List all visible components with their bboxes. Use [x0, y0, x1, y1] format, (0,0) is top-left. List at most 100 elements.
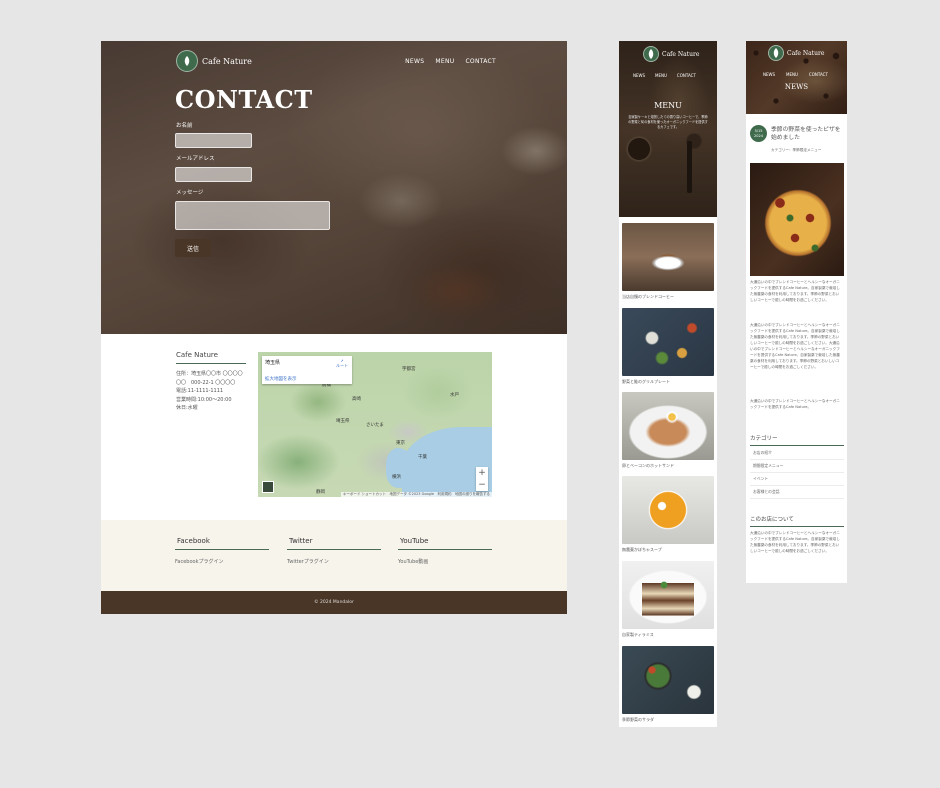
map-type-toggle[interactable]: [262, 481, 274, 493]
post-date-year: 2024: [754, 133, 763, 138]
egg-bacon-image: [622, 392, 714, 460]
menu-item-caption: 無農薬かぼちゃスープ: [622, 547, 662, 552]
widget-text[interactable]: Facebookプラグイン: [175, 558, 269, 565]
menu-item[interactable]: 野菜と鮭のグリルプレート: [622, 308, 714, 385]
menu-item-caption: 季節野菜のサラダ: [622, 717, 654, 722]
brand-name: Cafe Nature: [787, 49, 825, 57]
name-label: お名前: [176, 123, 193, 129]
map-label: 千葉: [418, 455, 427, 460]
footer-widget-facebook: Facebook Facebookプラグイン: [175, 537, 269, 565]
menu-item[interactable]: 季節野菜のサラダ: [622, 646, 714, 723]
category-link[interactable]: イベント: [750, 473, 844, 486]
nav-menu[interactable]: MENU: [786, 72, 798, 77]
brand-logo[interactable]: Cafe Nature: [176, 50, 252, 72]
tiramisu-image: [622, 561, 714, 629]
map-label: 東京: [396, 441, 405, 446]
footer-widgets: Facebook Facebookプラグイン Twitter Twitterプラ…: [101, 520, 567, 591]
map-label: さいたま: [366, 423, 384, 428]
about-heading: このお店について: [750, 515, 844, 527]
shop-phone: 電話:11-1111-1111: [176, 388, 224, 394]
category-heading: カテゴリー: [750, 434, 844, 446]
copyright: © 2024 Mandalor: [101, 591, 567, 614]
widget-text[interactable]: Twitterプラグイン: [287, 558, 381, 565]
map-attribution: キーボード ショートカット 地図データ ©2023 Google 利用規約 地図…: [340, 492, 492, 497]
map-label: 埼玉県: [336, 419, 350, 424]
page-description: 自家製ケーキと焙煎したての香り高いコーヒーで、季節の野菜と旬の食材を使ったオーガ…: [628, 115, 708, 129]
about-text: 大通沿いの中でブレンドコーヒーとヘルシーなオーガニックフードを提供するCafe …: [750, 531, 840, 553]
nav-menu[interactable]: MENU: [655, 73, 667, 78]
nav-contact[interactable]: CONTACT: [677, 73, 696, 78]
map-label: 横浜: [392, 475, 401, 480]
menu-item-caption: 当店自慢のブレンドコーヒー: [622, 294, 674, 299]
menu-item[interactable]: 自家製ティラミス: [622, 561, 714, 638]
map-label: 高崎: [352, 397, 361, 402]
category-link[interactable]: 期間限定メニュー: [750, 460, 844, 473]
widget-title: Facebook: [175, 537, 269, 550]
nav-contact[interactable]: CONTACT: [809, 72, 828, 77]
menu-item[interactable]: 無農薬かぼちゃスープ: [622, 476, 714, 553]
nav-news[interactable]: NEWS: [763, 72, 775, 77]
article-category[interactable]: カテゴリー：季節限定メニュー: [771, 148, 821, 153]
brand-logo[interactable]: Cafe Nature: [643, 46, 699, 62]
article-paragraph: 大通沿いの中でブレンドコーヒーとヘルシーなオーガニックフードを提供するCafe …: [750, 280, 840, 302]
google-map[interactable]: 宇都宮 前橋 高崎 水戸 さいたま 東京 千葉 横浜 静岡 埼玉県 埼玉県 ➚ …: [258, 352, 492, 497]
nav-news[interactable]: NEWS: [405, 58, 424, 65]
submit-button[interactable]: 送信: [175, 239, 211, 257]
page-title: NEWS: [784, 83, 809, 91]
shop-holiday: 休日:水曜: [176, 405, 198, 411]
name-input[interactable]: [175, 133, 252, 148]
article-paragraph: 大通沿いの中でブレンドコーヒーとヘルシーなオーガニックフードを提供するCafe …: [750, 399, 840, 409]
menu-item[interactable]: 卵とベーコンのホットサンド: [622, 392, 714, 469]
shop-hours: 営業時間:10:00～20:00: [176, 396, 232, 403]
map-route[interactable]: ➚ ルート: [336, 358, 348, 369]
leaf-logo-icon: [176, 50, 198, 72]
widget-text[interactable]: YouTube動画: [398, 558, 492, 565]
shop-info: Cafe Nature 住所：埼玉県〇〇市 〇〇〇〇〇〇 000-22-1 〇〇…: [176, 351, 246, 413]
pizza-image: [750, 163, 844, 276]
map-label: 宇都宮: [402, 367, 416, 372]
nav-contact[interactable]: CONTACT: [465, 58, 496, 65]
article-title: 季節の野菜を使ったピザを始めました: [771, 127, 841, 141]
menu-item-caption: 野菜と鮭のグリルプレート: [622, 379, 670, 384]
page-title: MENU: [654, 101, 682, 110]
main-nav: NEWS MENU CONTACT: [633, 73, 696, 78]
nav-menu[interactable]: MENU: [435, 58, 454, 65]
category-link[interactable]: お店の紹介: [750, 447, 844, 460]
nav-news[interactable]: NEWS: [633, 73, 645, 78]
menu-item[interactable]: 当店自慢のブレンドコーヒー: [622, 223, 714, 300]
category-link[interactable]: お客様との会話: [750, 486, 844, 499]
brand-logo[interactable]: Cafe Nature: [768, 45, 824, 61]
main-nav: NEWS MENU CONTACT: [763, 72, 828, 77]
zoom-out-icon[interactable]: −: [476, 479, 488, 491]
email-input[interactable]: [175, 167, 252, 182]
map-place-card: 埼玉県 ➚ ルート 拡大地図を表示: [262, 356, 352, 384]
menu-page-mockup: Cafe Nature NEWS MENU CONTACT MENU 自家製ケー…: [619, 41, 717, 727]
site-header: Cafe Nature NEWS MENU CONTACT: [176, 47, 496, 75]
shop-address: 住所：埼玉県〇〇市 〇〇〇〇〇〇 000-22-1 〇〇〇〇: [176, 371, 243, 386]
news-page-mockup: Cafe Nature NEWS MENU CONTACT NEWS 5/15 …: [746, 41, 847, 583]
email-label: メールアドレス: [176, 156, 215, 162]
leaf-logo-icon: [768, 45, 784, 61]
zoom-in-icon[interactable]: +: [476, 467, 488, 479]
map-route-label: ルート: [336, 363, 348, 368]
pumpkin-soup-image: [622, 476, 714, 544]
contact-page-mockup: Cafe Nature NEWS MENU CONTACT CONTACT お名…: [101, 41, 567, 614]
grilled-plate-image: [622, 308, 714, 376]
brand-name: Cafe Nature: [662, 50, 700, 58]
brand-name: Cafe Nature: [202, 56, 252, 66]
page-title: CONTACT: [175, 85, 313, 114]
widget-title: Twitter: [287, 537, 381, 550]
map-label: 静岡: [316, 490, 325, 495]
message-textarea[interactable]: [175, 201, 330, 230]
footer-widget-youtube: YouTube YouTube動画: [398, 537, 492, 565]
contact-hero: [101, 41, 567, 334]
map-zoom-controls: + −: [476, 467, 488, 491]
message-label: メッセージ: [176, 190, 204, 196]
larger-map-link[interactable]: 拡大地図を表示: [265, 376, 349, 382]
menu-item-caption: 自家製ティラミス: [622, 632, 654, 637]
menu-item-caption: 卵とベーコンのホットサンド: [622, 463, 674, 468]
shop-details: 住所：埼玉県〇〇市 〇〇〇〇〇〇 000-22-1 〇〇〇〇 電話:11-111…: [176, 370, 246, 413]
footer-widget-twitter: Twitter Twitterプラグイン: [287, 537, 381, 565]
salad-image: [622, 646, 714, 714]
coffee-image: [622, 223, 714, 291]
